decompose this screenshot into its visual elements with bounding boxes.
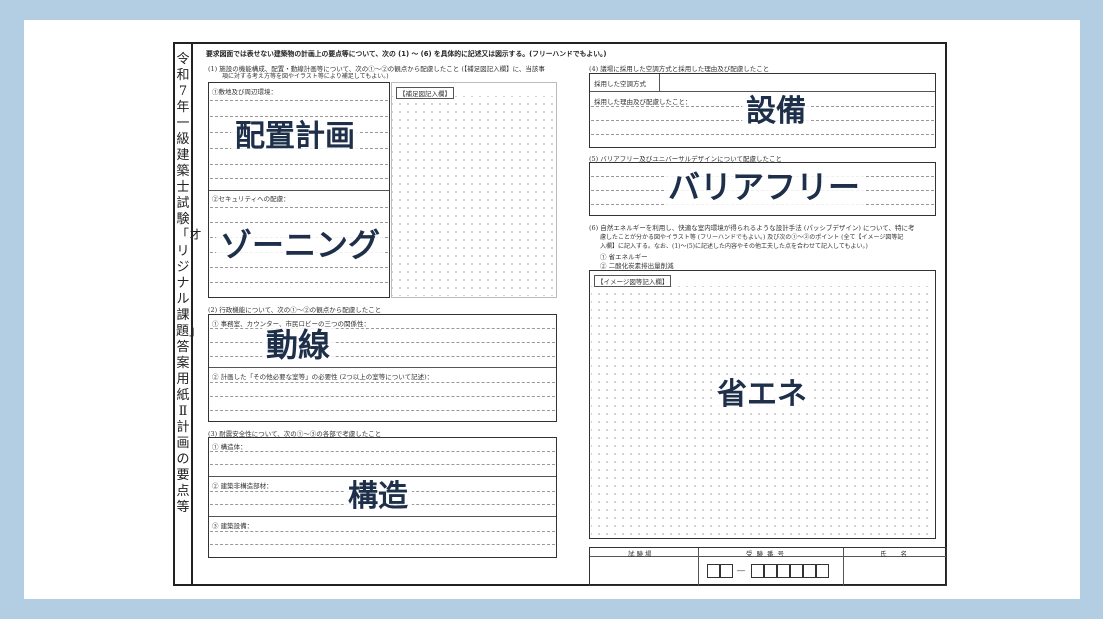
- q3-item3-label: ③ 建築設備：: [212, 522, 254, 530]
- exam-number-cell[interactable]: [707, 564, 720, 578]
- q6-image-label: 【イメージ図等記入欄】: [594, 275, 672, 287]
- q6-line1: (6) 自然エネルギーを利用し、快適な室内環境が得られるような設計手法 (パッシ…: [589, 224, 915, 232]
- overlay-equipment: 設備: [742, 95, 810, 128]
- exam-number-cell[interactable]: [777, 564, 790, 578]
- q6-line3: 入欄】に記入する。なお、(1)～(5)に記述した内容やその他工夫した点を合わせて…: [600, 243, 868, 250]
- exam-number-dash: ―: [737, 566, 745, 575]
- exam-number-cell[interactable]: [720, 564, 733, 578]
- overlay-zoning: ゾーニング: [216, 227, 385, 264]
- exam-number-cell[interactable]: [803, 564, 816, 578]
- q1-supplement-label: 【補足図記入欄】: [396, 87, 454, 99]
- overlay-circulation: 動線: [262, 327, 335, 364]
- name-label: 氏名: [880, 550, 921, 558]
- q4-heading: (4) 議場に採用した空調方式と採用した理由及び配慮したこと: [589, 65, 770, 73]
- venue-label: 試験場: [628, 550, 654, 558]
- q1-supplement-grid: [392, 96, 556, 296]
- q3-item1-label: ① 構造体：: [212, 443, 247, 451]
- exam-number-cell[interactable]: [764, 564, 777, 578]
- overlay-structure: 構造: [344, 480, 412, 513]
- q3-item2-label: ② 建築非構造部材：: [212, 482, 273, 490]
- exam-number-cell[interactable]: [751, 564, 764, 578]
- overlay-energy-saving: 省エネ: [713, 378, 811, 411]
- exam-number-label: 受験番号: [746, 550, 788, 558]
- q1-item1-label: ①敷地及び周辺環境：: [212, 88, 277, 96]
- q1-heading-cont: 項に対する考え方等を図やイラスト等により補足してもよい。): [222, 73, 389, 80]
- q1-item2-label: ②セキュリティへの配慮：: [212, 195, 290, 203]
- vertical-title: 令和7年一級建築士試験「オリジナル課題」答案用紙Ⅱ計画の要点等: [176, 52, 203, 515]
- exam-number-cell[interactable]: [790, 564, 803, 578]
- overlay-layout-plan: 配置計画: [231, 120, 359, 153]
- q2-item2-label: ② 計画した「その他必要な室等」の必要性 (2つ以上の室等について記述)：: [212, 373, 434, 381]
- q2-answer-box[interactable]: [208, 314, 557, 422]
- q6-point2: ② 二酸化炭素排出量削減: [600, 262, 674, 270]
- q6-line2: 慮したことが分かる図やイラスト等 (フリーハンドでもよい。) 及び次の①～②のポ…: [600, 234, 904, 241]
- q4-item1-label: 採用した空調方式: [594, 80, 646, 88]
- exam-number-cell[interactable]: [816, 564, 829, 578]
- q2-heading: (2) 行政機能について、次の①～②の観点から配慮したこと: [208, 306, 382, 314]
- q4-item2-label: 採用した理由及び配慮したこと：: [594, 98, 692, 106]
- instruction-text: 要求図面では表せない建築物の計画上の要点等について、次の (1) ～ (6) を…: [206, 50, 607, 58]
- overlay-barrier-free: バリアフリー: [664, 169, 865, 206]
